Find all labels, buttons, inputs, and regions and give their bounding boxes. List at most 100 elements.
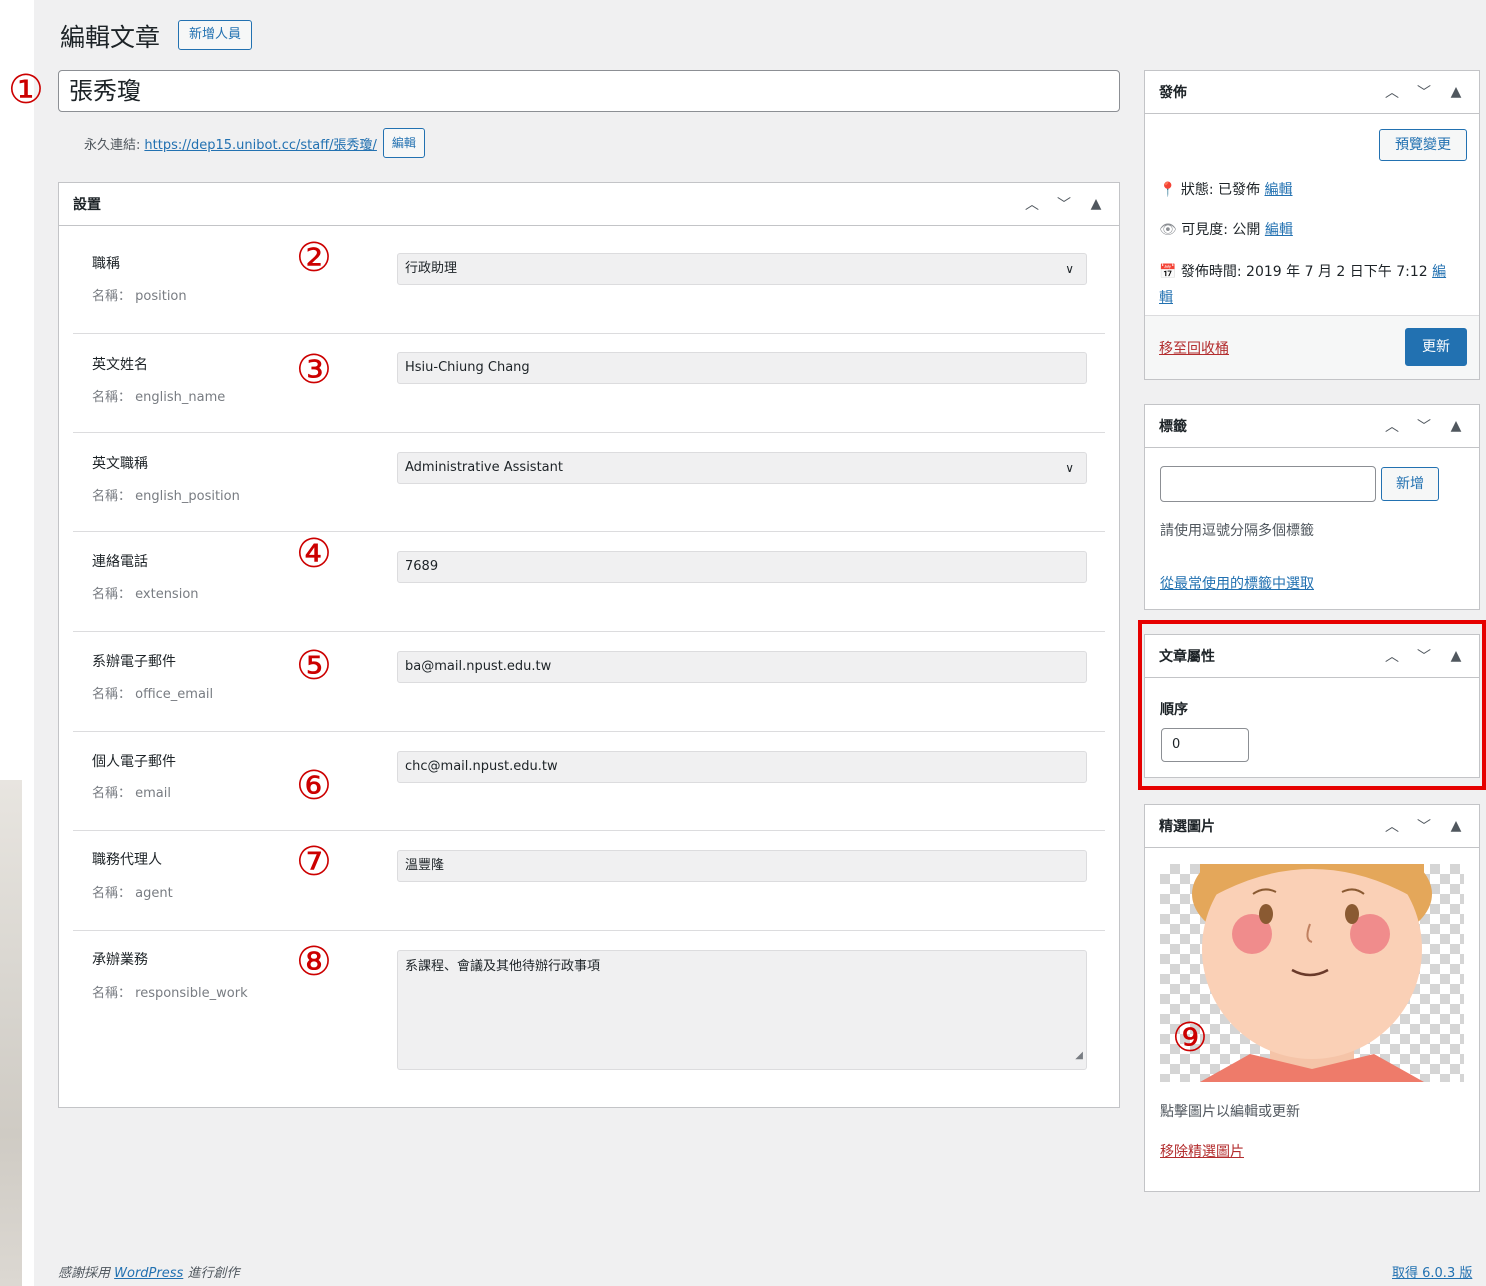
toggle-panel-icon[interactable]: ▲ xyxy=(1447,418,1465,434)
chevron-down-icon: ∨ xyxy=(1065,262,1074,276)
publish-time-row: 📅 發佈時間: 2019 年 7 月 2 日下午 7:12 編輯 xyxy=(1159,259,1469,311)
field-meta: 名稱： email xyxy=(92,786,171,801)
edit-text-2: 輯 xyxy=(1159,290,1173,306)
permalink-link[interactable]: https://dep15.unibot.cc/staff/張秀瓊/ xyxy=(144,134,377,153)
tag-input[interactable] xyxy=(1160,466,1376,502)
annotation-3: ③ xyxy=(296,347,332,393)
email-input[interactable]: chc@mail.npust.edu.tw xyxy=(397,751,1087,783)
annotation-4: ④ xyxy=(296,531,332,577)
extension-input[interactable]: 7689 xyxy=(397,551,1087,583)
version-link[interactable]: 取得 6.0.3 版 xyxy=(1392,1262,1472,1281)
field-label: 職稱 xyxy=(92,256,120,272)
move-down-icon[interactable]: ﹀ xyxy=(1415,416,1433,436)
status-row: 📍 狀態: 已發佈 編輯 xyxy=(1159,179,1293,199)
field-label: 連絡電話 xyxy=(92,554,148,570)
position-select[interactable]: 行政助理 ∨ xyxy=(397,253,1087,285)
english-position-select[interactable]: Administrative Assistant ∨ xyxy=(397,452,1087,484)
annotation-9: ⑨ xyxy=(1172,1015,1208,1061)
featured-handles: ︿ ﹀ ▲ xyxy=(1383,816,1465,836)
permalink-label: 永久連結: xyxy=(84,137,141,153)
settings-handles: ︿ ﹀ ▲ xyxy=(1023,194,1105,214)
annotation-5: ⑤ xyxy=(296,643,332,689)
annotation-2: ② xyxy=(296,235,332,281)
field-label: 英文職稱 xyxy=(92,456,148,472)
field-meta: 名稱： extension xyxy=(92,587,199,602)
publish-title: 發佈 xyxy=(1159,85,1187,101)
tags-title: 標籤 xyxy=(1159,419,1187,435)
footer-credit: 感謝採用 WordPress 進行創作 xyxy=(58,1262,239,1281)
preview-changes-button[interactable]: 預覽變更 xyxy=(1379,129,1467,161)
credit-suffix: 進行創作 xyxy=(187,1266,240,1281)
office-email-input[interactable]: ba@mail.npust.edu.tw xyxy=(397,651,1087,683)
update-button[interactable]: 更新 xyxy=(1405,328,1467,366)
move-down-icon[interactable]: ﹀ xyxy=(1415,816,1433,836)
featured-title: 精選圖片 xyxy=(1159,819,1215,835)
calendar-icon: 📅 xyxy=(1159,264,1177,280)
move-up-icon[interactable]: ︿ xyxy=(1383,816,1401,836)
status-label: 狀態: 已發佈 xyxy=(1180,182,1261,198)
toggle-panel-icon[interactable]: ▲ xyxy=(1087,196,1105,212)
settings-postbox: 設置 ︿ ﹀ ▲ 職稱 名稱： position 行政助理 ∨ 英文姓名 名稱：… xyxy=(58,182,1120,1108)
remove-featured-link[interactable]: 移除精選圖片 xyxy=(1160,1141,1244,1161)
field-english-position: 英文職稱 名稱： english_position Administrative… xyxy=(73,433,1105,532)
field-office-email: 系辦電子郵件 名稱： office_email ba@mail.npust.ed… xyxy=(73,632,1105,732)
tags-handles: ︿ ﹀ ▲ xyxy=(1383,416,1465,436)
textarea-value: 系課程、會議及其他待辦行政事項 xyxy=(405,959,601,974)
responsible-work-textarea[interactable]: 系課程、會議及其他待辦行政事項 ◢ xyxy=(397,950,1087,1070)
select-value: 行政助理 xyxy=(405,261,458,276)
publish-header: 發佈 ︿ ﹀ ▲ xyxy=(1145,71,1479,114)
move-up-icon[interactable]: ︿ xyxy=(1383,416,1401,436)
field-label: 英文姓名 xyxy=(92,357,148,373)
english-name-input[interactable]: Hsiu-Chiung Chang xyxy=(397,352,1087,384)
field-email: 個人電子郵件 名稱： email chc@mail.npust.edu.tw xyxy=(73,732,1105,831)
permalink-row: 永久連結: https://dep15.unibot.cc/staff/張秀瓊/… xyxy=(84,128,425,158)
toggle-panel-icon[interactable]: ▲ xyxy=(1447,84,1465,100)
publish-postbox: 發佈 ︿ ﹀ ▲ 預覽變更 📍 狀態: 已發佈 編輯 👁 可見度: 公開 編輯 … xyxy=(1144,70,1480,380)
move-up-icon[interactable]: ︿ xyxy=(1023,194,1041,214)
visibility-row: 👁 可見度: 公開 編輯 xyxy=(1159,219,1293,239)
status-edit-link[interactable]: 編輯 xyxy=(1265,182,1293,198)
eye-icon: 👁 xyxy=(1159,222,1177,238)
field-meta: 名稱： position xyxy=(92,289,187,304)
agent-input[interactable]: 溫豐隆 xyxy=(397,850,1087,882)
toggle-panel-icon[interactable]: ▲ xyxy=(1447,818,1465,834)
publish-time-label: 發佈時間: 2019 年 7 月 2 日下午 7:12 xyxy=(1180,264,1428,280)
resize-handle-icon[interactable]: ◢ xyxy=(1075,1045,1083,1067)
page-title: 編輯文章 xyxy=(60,23,161,52)
field-meta: 名稱： english_name xyxy=(92,390,226,405)
field-label: 個人電子郵件 xyxy=(92,754,176,770)
field-label: 系辦電子郵件 xyxy=(92,654,176,670)
move-up-icon[interactable]: ︿ xyxy=(1383,82,1401,102)
credit-prefix: 感謝採用 xyxy=(58,1266,111,1281)
move-down-icon[interactable]: ﹀ xyxy=(1415,82,1433,102)
select-value: Administrative Assistant xyxy=(405,460,563,475)
annotation-1: ① xyxy=(8,67,44,113)
field-label: 承辦業務 xyxy=(92,952,148,968)
settings-title: 設置 xyxy=(73,197,101,213)
edit-text-1: 編 xyxy=(1432,264,1447,280)
add-tag-button[interactable]: 新增 xyxy=(1381,467,1439,501)
tags-hint: 請使用逗號分隔多個標籤 xyxy=(1160,523,1314,539)
featured-image-postbox: 精選圖片 ︿ ﹀ ▲ 點擊圖片以編輯或更新 移除精選圖片 xyxy=(1144,804,1480,1192)
annotation-6: ⑥ xyxy=(296,763,332,809)
edit-slug-button[interactable]: 編輯 xyxy=(382,128,425,158)
move-down-icon[interactable]: ﹀ xyxy=(1055,194,1073,214)
featured-header: 精選圖片 ︿ ﹀ ▲ xyxy=(1145,805,1479,848)
chevron-down-icon: ∨ xyxy=(1065,461,1074,475)
wordpress-link[interactable]: WordPress xyxy=(114,1266,183,1281)
move-to-trash-link[interactable]: 移至回收桶 xyxy=(1159,338,1229,358)
field-agent: 職務代理人 名稱： agent 溫豐隆 xyxy=(73,831,1105,931)
field-meta: 名稱： agent xyxy=(92,886,173,901)
annotation-7: ⑦ xyxy=(296,839,332,885)
post-title-input[interactable]: 張秀瓊 xyxy=(58,70,1120,112)
add-new-button[interactable]: 新增人員 xyxy=(178,20,253,50)
field-meta: 名稱： responsible_work xyxy=(92,986,248,1001)
field-responsible-work: 承辦業務 名稱： responsible_work 系課程、會議及其他待辦行政事… xyxy=(73,931,1105,1089)
settings-header: 設置 ︿ ﹀ ▲ xyxy=(59,183,1119,226)
tags-header: 標籤 ︿ ﹀ ▲ xyxy=(1145,405,1479,448)
visibility-edit-link[interactable]: 編輯 xyxy=(1265,222,1293,238)
background-photo xyxy=(0,780,22,1286)
field-position: 職稱 名稱： position 行政助理 ∨ xyxy=(73,227,1105,334)
choose-tags-link[interactable]: 從最常使用的標籤中選取 xyxy=(1160,573,1314,593)
pin-icon: 📍 xyxy=(1159,182,1177,198)
